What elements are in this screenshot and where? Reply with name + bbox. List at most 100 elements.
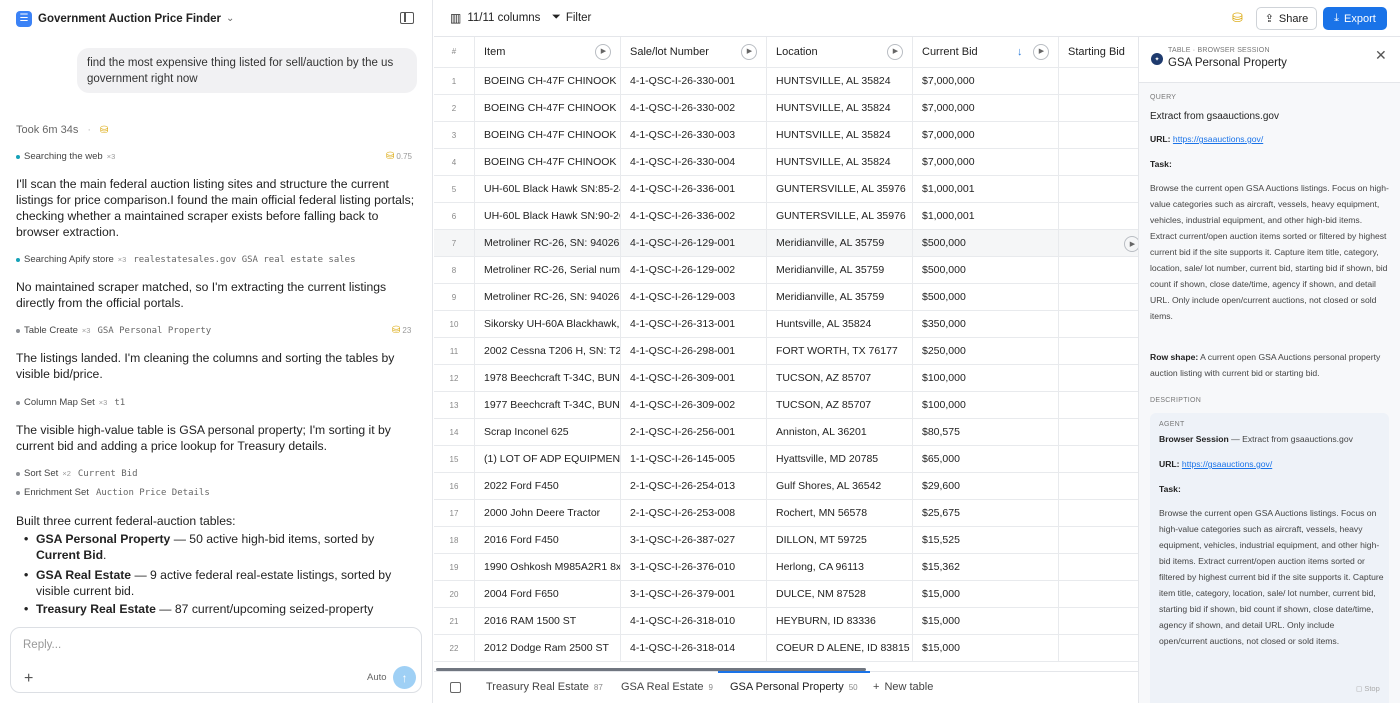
cell-item[interactable]: 2000 John Deere Tractor	[475, 500, 621, 527]
reply-input[interactable]: Reply...	[23, 639, 61, 651]
cell-sale-lot[interactable]: 4-1-QSC-I-26-318-014	[621, 635, 767, 662]
cell-starting-bid[interactable]	[1059, 392, 1138, 419]
row-index[interactable]: 6	[434, 203, 475, 230]
cell-sale-lot[interactable]: 4-1-QSC-I-26-313-001	[621, 311, 767, 338]
cell-item[interactable]: 1977 Beechcraft T-34C, BUNO	[475, 392, 621, 419]
close-icon[interactable]: ✕	[1375, 47, 1387, 64]
step-enrichment-set[interactable]: Enrichment Set Auction Price Details	[16, 487, 210, 498]
cell-location[interactable]: Meridianville, AL 35759	[767, 284, 913, 311]
tab-new-table[interactable]: + New table	[873, 672, 933, 703]
header-current-bid[interactable]: Current Bid ↓ ▶	[913, 37, 1059, 68]
cell-item[interactable]: Sikorsky UH-60A Blackhawk,	[475, 311, 621, 338]
cell-current-bid[interactable]: $100,000	[913, 365, 1059, 392]
header-location[interactable]: Location ▶	[767, 37, 913, 68]
cell-item[interactable]: 2016 Ford F450	[475, 527, 621, 554]
cell-sale-lot[interactable]: 4-1-QSC-I-26-309-002	[621, 392, 767, 419]
cell-location[interactable]: DILLON, MT 59725	[767, 527, 913, 554]
cell-sale-lot[interactable]: 4-1-QSC-I-26-129-003	[621, 284, 767, 311]
cell-location[interactable]: FORT WORTH, TX 76177	[767, 338, 913, 365]
url-link[interactable]: https://gsaauctions.gov/	[1173, 134, 1263, 144]
cell-sale-lot[interactable]: 3-1-QSC-I-26-376-010	[621, 554, 767, 581]
cell-sale-lot[interactable]: 4-1-QSC-I-26-330-003	[621, 122, 767, 149]
cell-location[interactable]: HEYBURN, ID 83336	[767, 608, 913, 635]
send-arrow-icon[interactable]: ↑	[393, 666, 416, 689]
cell-item[interactable]: BOEING CH-47F CHINOOK HELICOPTER	[475, 149, 621, 176]
cell-sale-lot[interactable]: 2-1-QSC-I-26-254-013	[621, 473, 767, 500]
row-index[interactable]: 18	[434, 527, 475, 554]
row-index[interactable]: 9	[434, 284, 475, 311]
cell-starting-bid[interactable]: ▶	[1059, 230, 1138, 257]
cell-starting-bid[interactable]	[1059, 581, 1138, 608]
row-index[interactable]: 17	[434, 500, 475, 527]
row-index[interactable]: 22	[434, 635, 475, 662]
cell-starting-bid[interactable]	[1059, 257, 1138, 284]
play-icon[interactable]: ▶	[741, 44, 757, 60]
cell-starting-bid[interactable]	[1059, 608, 1138, 635]
cell-current-bid[interactable]: $500,000	[913, 257, 1059, 284]
cell-starting-bid[interactable]	[1059, 122, 1138, 149]
cell-starting-bid[interactable]	[1059, 365, 1138, 392]
cell-starting-bid[interactable]	[1059, 68, 1138, 95]
cell-item[interactable]: 1978 Beechcraft T-34C, BUNO	[475, 365, 621, 392]
cell-starting-bid[interactable]	[1059, 284, 1138, 311]
cell-starting-bid[interactable]	[1059, 311, 1138, 338]
row-index[interactable]: 20	[434, 581, 475, 608]
header-sale-lot[interactable]: Sale/lot Number ▶	[621, 37, 767, 68]
cell-location[interactable]: COEUR D ALENE, ID 83815	[767, 635, 913, 662]
cell-location[interactable]: HUNTSVILLE, AL 35824	[767, 122, 913, 149]
cell-location[interactable]: HUNTSVILLE, AL 35824	[767, 149, 913, 176]
row-index[interactable]: 21	[434, 608, 475, 635]
cell-sale-lot[interactable]: 4-1-QSC-I-26-330-004	[621, 149, 767, 176]
cell-location[interactable]: Gulf Shores, AL 36542	[767, 473, 913, 500]
export-button[interactable]: ⤓ Export	[1323, 7, 1387, 30]
cell-item[interactable]: UH-60L Black Hawk SN:85-24	[475, 176, 621, 203]
cell-sale-lot[interactable]: 2-1-QSC-I-26-256-001	[621, 419, 767, 446]
cell-current-bid[interactable]: $1,000,001	[913, 203, 1059, 230]
row-index[interactable]: 19	[434, 554, 475, 581]
cell-location[interactable]: Rochert, MN 56578	[767, 500, 913, 527]
row-index[interactable]: 5	[434, 176, 475, 203]
cell-location[interactable]: HUNTSVILLE, AL 35824	[767, 95, 913, 122]
row-index[interactable]: 3	[434, 122, 475, 149]
step-searching-web[interactable]: Searching the web ×3	[16, 151, 115, 162]
cell-sale-lot[interactable]: 3-1-QSC-I-26-379-001	[621, 581, 767, 608]
step-searching-apify[interactable]: Searching Apify store ×3 realestatesales…	[16, 254, 356, 265]
cell-location[interactable]: GUNTERSVILLE, AL 35976	[767, 203, 913, 230]
cell-location[interactable]: Meridianville, AL 35759	[767, 257, 913, 284]
cell-location[interactable]: Herlong, CA 96113	[767, 554, 913, 581]
tab-gsa-personal-property[interactable]: GSA Personal Property 50	[718, 671, 870, 703]
row-index[interactable]: 1	[434, 68, 475, 95]
cell-item[interactable]: Scrap Inconel 625	[475, 419, 621, 446]
row-index[interactable]: 8	[434, 257, 475, 284]
row-index[interactable]: 14	[434, 419, 475, 446]
coins-icon[interactable]: ⛁	[100, 125, 108, 136]
cell-starting-bid[interactable]	[1059, 338, 1138, 365]
cell-sale-lot[interactable]: 4-1-QSC-I-26-330-001	[621, 68, 767, 95]
cell-item[interactable]: BOEING CH-47F CHINOOK HELICOPTER	[475, 95, 621, 122]
row-index[interactable]: 15	[434, 446, 475, 473]
table-layout-icon[interactable]	[450, 682, 461, 693]
row-index[interactable]: 13	[434, 392, 475, 419]
header-starting-bid[interactable]: Starting Bid	[1059, 37, 1138, 68]
row-index[interactable]: 11	[434, 338, 475, 365]
cell-item[interactable]: 2002 Cessna T206 H, SN: T206	[475, 338, 621, 365]
sort-desc-icon[interactable]: ↓	[1017, 37, 1023, 67]
cell-current-bid[interactable]: $350,000	[913, 311, 1059, 338]
cell-starting-bid[interactable]	[1059, 176, 1138, 203]
cell-current-bid[interactable]: $80,575	[913, 419, 1059, 446]
row-index[interactable]: 7	[434, 230, 475, 257]
cell-sale-lot[interactable]: 4-1-QSC-I-26-330-002	[621, 95, 767, 122]
cell-starting-bid[interactable]	[1059, 527, 1138, 554]
cell-current-bid[interactable]: $15,362	[913, 554, 1059, 581]
share-button[interactable]: ⇪ Share	[1256, 7, 1317, 30]
coins-icon[interactable]: ⛁	[1232, 10, 1243, 26]
cell-current-bid[interactable]: $15,525	[913, 527, 1059, 554]
row-index[interactable]: 10	[434, 311, 475, 338]
cell-item[interactable]: 2004 Ford F650	[475, 581, 621, 608]
cell-item[interactable]: BOEING CH-47F CHINOOK HELICOPTER	[475, 68, 621, 95]
cell-location[interactable]: DULCE, NM 87528	[767, 581, 913, 608]
cell-location[interactable]: TUCSON, AZ 85707	[767, 365, 913, 392]
cell-starting-bid[interactable]	[1059, 446, 1138, 473]
cell-sale-lot[interactable]: 4-1-QSC-I-26-129-002	[621, 257, 767, 284]
cell-current-bid[interactable]: $500,000	[913, 284, 1059, 311]
